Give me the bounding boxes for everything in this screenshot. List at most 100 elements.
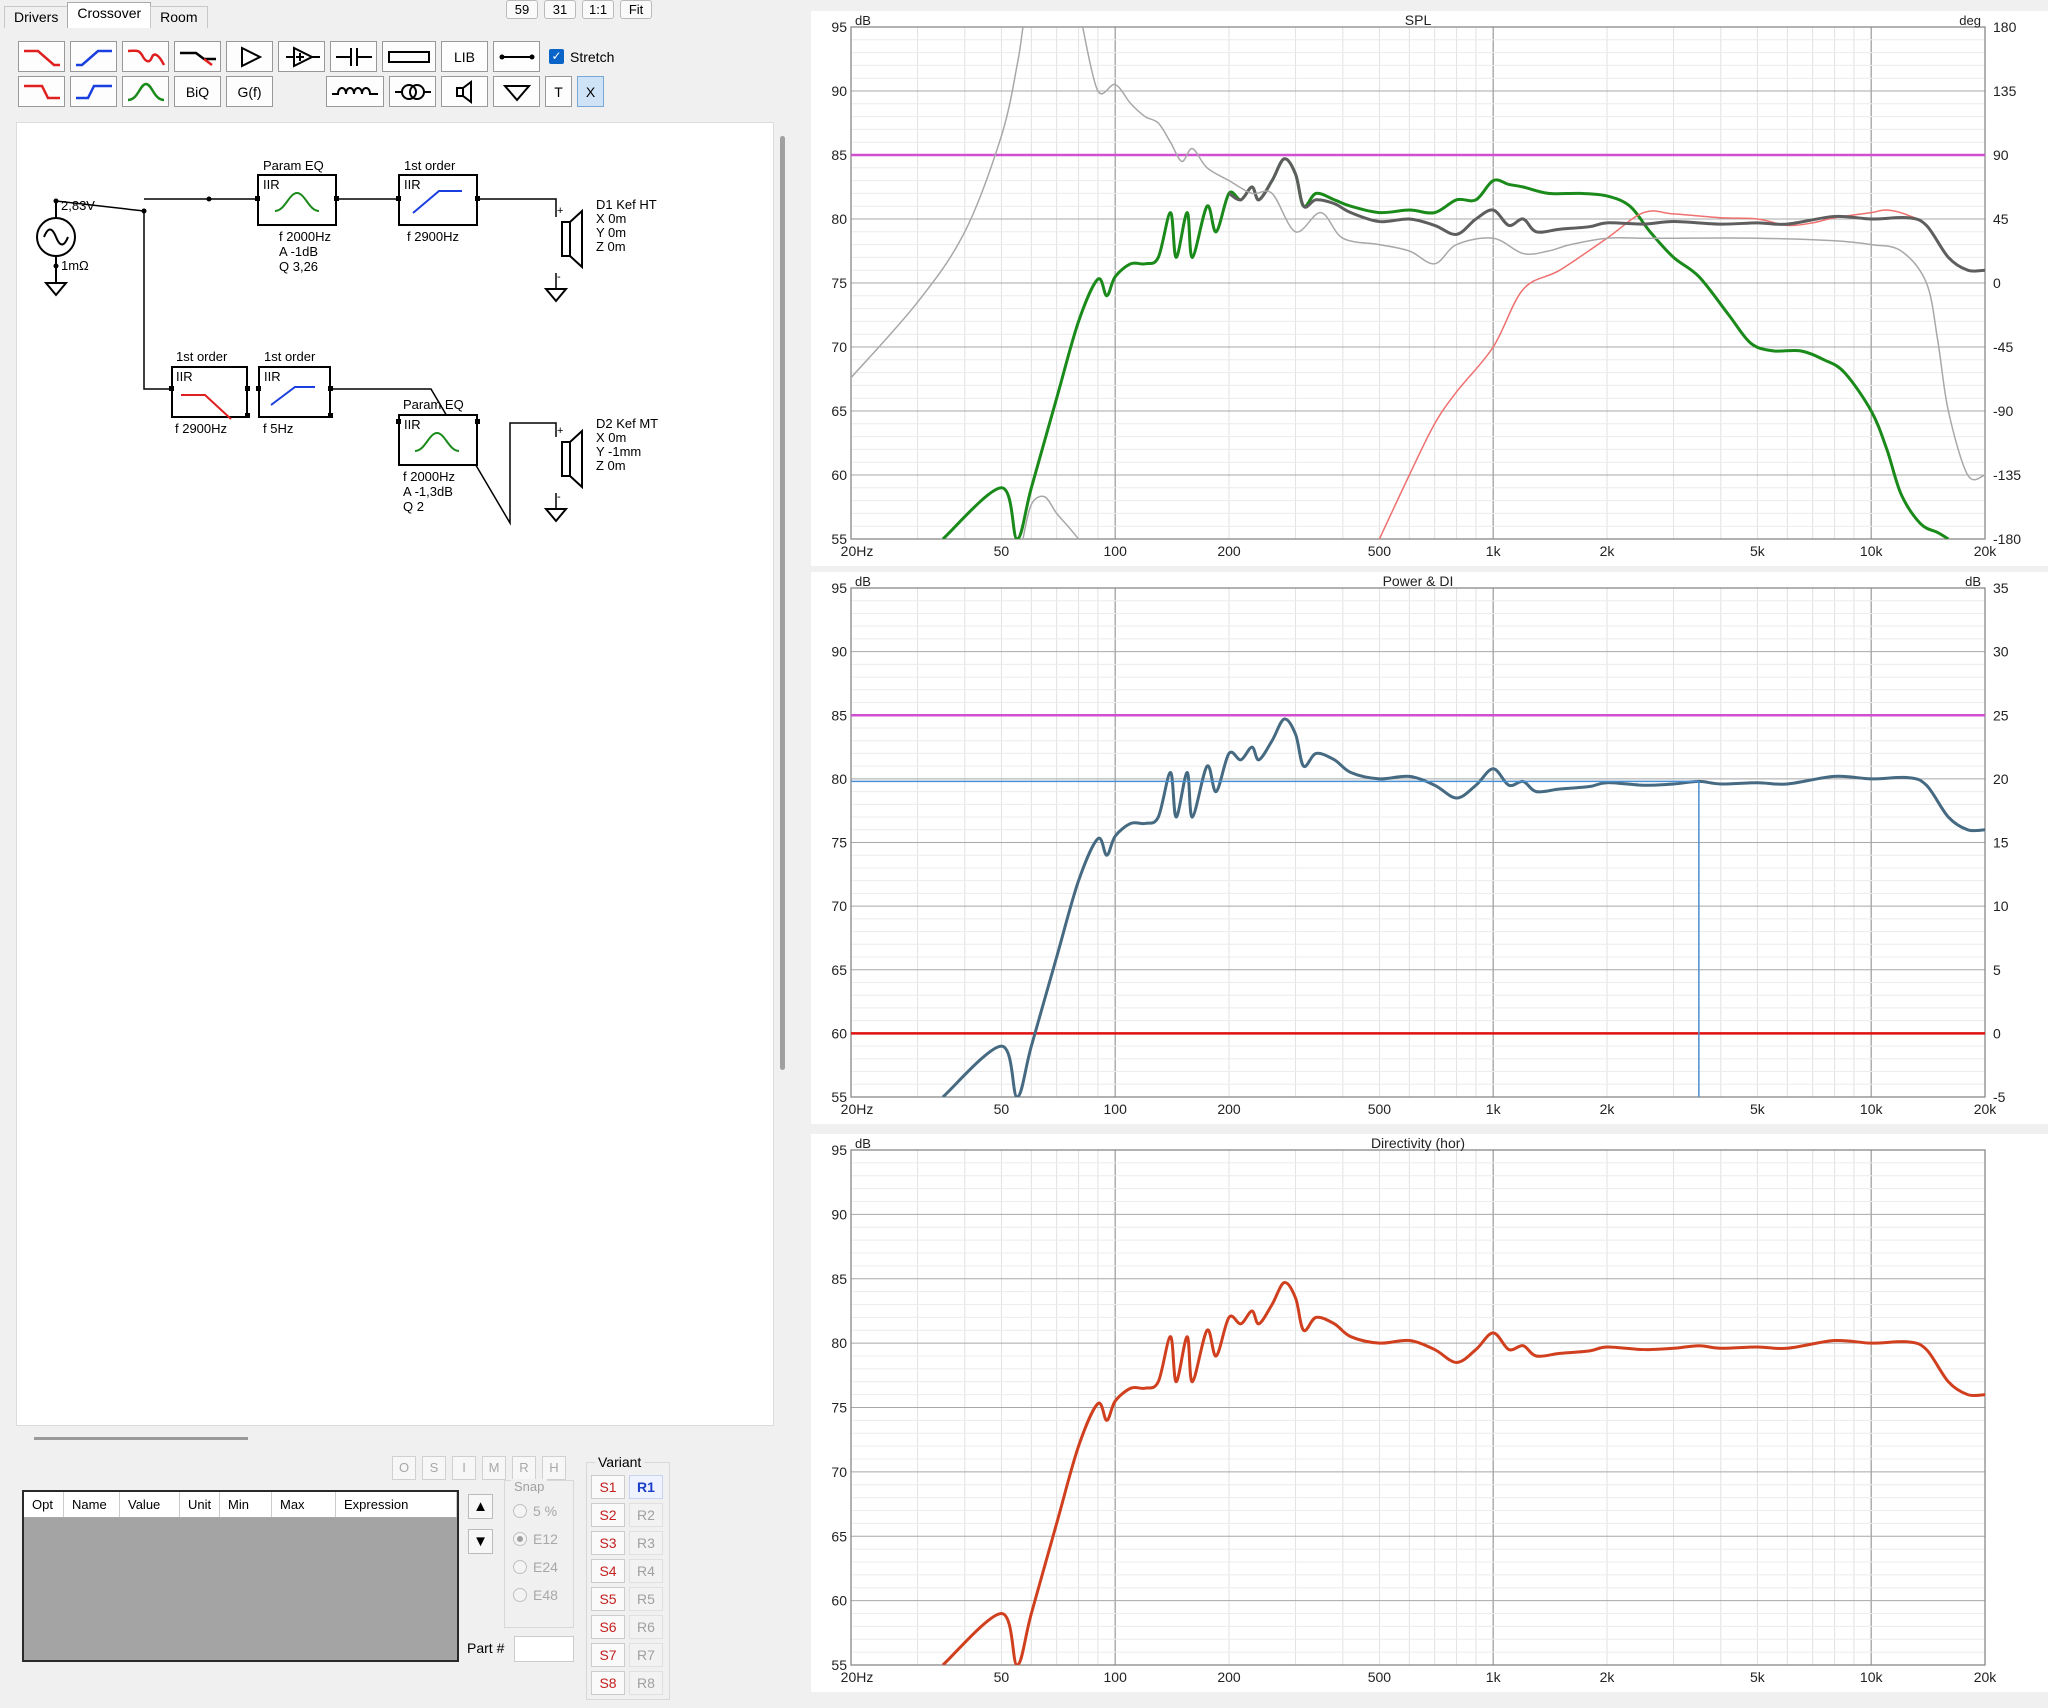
- control-h-button[interactable]: H: [542, 1456, 566, 1480]
- param-eq-button[interactable]: [122, 76, 169, 107]
- col-opt[interactable]: Opt: [24, 1492, 64, 1517]
- variant-s1-button[interactable]: S1: [591, 1475, 625, 1499]
- y2-tick-label: 30: [1993, 644, 2009, 660]
- variant-r4-button[interactable]: R4: [629, 1559, 663, 1583]
- biquad-button[interactable]: BiQ: [174, 76, 221, 107]
- driver-button[interactable]: [441, 76, 488, 107]
- driver-d1[interactable]: + -: [543, 205, 583, 303]
- driver-d2[interactable]: + -: [543, 425, 583, 523]
- y-tick-label: 70: [831, 339, 847, 355]
- variant-r7-button[interactable]: R7: [629, 1643, 663, 1667]
- parameter-table[interactable]: Opt Name Value Unit Min Max Expression: [22, 1490, 459, 1662]
- variant-r6-button[interactable]: R6: [629, 1615, 663, 1639]
- resistor-button[interactable]: [382, 41, 436, 72]
- d2-name: D2 Kef MT: [596, 416, 658, 431]
- variant-r8-button[interactable]: R8: [629, 1671, 663, 1695]
- schematic-canvas[interactable]: 2,83V 1mΩ IIR Param EQ f 2000Hz A -1dB Q…: [16, 122, 774, 1426]
- part-number-input[interactable]: [514, 1636, 574, 1662]
- highpass-button[interactable]: [70, 41, 117, 72]
- directivity-chart[interactable]: Directivity (hor)dB95908580757065605520H…: [811, 1134, 2048, 1692]
- variant-group: Variant S1 R1 S2 R2 S3 R3 S4 R4 S5 R5 S6 R6 S7 R7 S8 R8: [586, 1454, 670, 1700]
- snap-5pct-radio[interactable]: 5 %: [513, 1503, 557, 1519]
- ground-button[interactable]: [493, 76, 540, 107]
- transfer-function-button[interactable]: G(f): [226, 76, 273, 107]
- move-up-button[interactable]: ▲: [468, 1494, 493, 1519]
- x-tick-label: 20k: [1974, 1669, 1998, 1685]
- y2-tick-label: 5: [1993, 962, 2001, 978]
- iir-lowpass-button[interactable]: [18, 76, 65, 107]
- y2-tick-label: 15: [1993, 835, 2009, 851]
- resistor-icon: [388, 50, 430, 63]
- variant-s8-button[interactable]: S8: [591, 1671, 625, 1695]
- variant-s3-button[interactable]: S3: [591, 1531, 625, 1555]
- t-button[interactable]: T: [545, 76, 572, 107]
- capacitor-button[interactable]: [330, 41, 377, 72]
- snap-e12-radio[interactable]: E12: [513, 1531, 558, 1547]
- snap-e24-radio[interactable]: E24: [513, 1559, 558, 1575]
- variant-r2-button[interactable]: R2: [629, 1503, 663, 1527]
- zoom-fit-button[interactable]: Fit: [620, 0, 653, 19]
- schematic-scrollbar[interactable]: [780, 136, 785, 1070]
- panel-splitter[interactable]: [34, 1437, 248, 1440]
- library-button[interactable]: LIB: [441, 41, 488, 72]
- zoom-59-button[interactable]: 59: [506, 0, 538, 19]
- ht-eq-gain: A -1dB: [279, 244, 318, 259]
- lowpass-button[interactable]: [18, 41, 65, 72]
- move-down-button[interactable]: ▼: [468, 1529, 493, 1554]
- notch-button[interactable]: [122, 41, 169, 72]
- buffer-button[interactable]: [226, 41, 273, 72]
- ht-eq-title: Param EQ: [263, 158, 324, 173]
- zoom-1to1-button[interactable]: 1:1: [582, 0, 615, 19]
- control-i-button[interactable]: I: [452, 1456, 476, 1480]
- col-max[interactable]: Max: [272, 1492, 336, 1517]
- inductor-button[interactable]: [326, 76, 384, 107]
- variant-r1-button[interactable]: R1: [629, 1475, 663, 1499]
- variant-s6-button[interactable]: S6: [591, 1615, 625, 1639]
- snap-label: Snap: [511, 1479, 548, 1494]
- y-tick-label: 75: [831, 275, 847, 291]
- variant-s5-button[interactable]: S5: [591, 1587, 625, 1611]
- col-value[interactable]: Value: [120, 1492, 180, 1517]
- ht-eq-type: IIR: [263, 177, 280, 192]
- peak-green-icon: [127, 82, 164, 101]
- radio-icon: [513, 1588, 527, 1602]
- wire-button[interactable]: [493, 41, 540, 72]
- stretch-checkbox[interactable]: ✓ Stretch: [549, 49, 614, 65]
- iir-highpass-button[interactable]: [70, 76, 117, 107]
- col-unit[interactable]: Unit: [180, 1492, 220, 1517]
- tab-crossover[interactable]: Crossover: [67, 2, 152, 28]
- tab-drivers[interactable]: Drivers: [4, 6, 69, 28]
- transformer-button[interactable]: [389, 76, 436, 107]
- col-name[interactable]: Name: [64, 1492, 120, 1517]
- opamp-button[interactable]: [278, 41, 325, 72]
- power-di-chart-panel: Power & DI dB dB 95 90 85 80 75 70 65 60 55 35 30 25 20…: [811, 572, 2048, 1124]
- chart-grid: [850, 1149, 1986, 1666]
- x-button[interactable]: X: [577, 76, 604, 107]
- shelf-button[interactable]: [174, 41, 221, 72]
- variant-s2-button[interactable]: S2: [591, 1503, 625, 1527]
- tab-room[interactable]: Room: [150, 6, 208, 28]
- radio-selected-icon: [513, 1532, 527, 1546]
- x-tick-label: 500: [1368, 1101, 1392, 1117]
- control-r-button[interactable]: R: [512, 1456, 536, 1480]
- power-di-chart[interactable]: Power & DIdB dB95908580757065605535302520…: [811, 572, 2048, 1124]
- control-s-button[interactable]: S: [422, 1456, 446, 1480]
- control-m-button[interactable]: M: [482, 1456, 506, 1480]
- col-min[interactable]: Min: [220, 1492, 272, 1517]
- x-tick-label: 20Hz: [841, 1101, 874, 1117]
- variant-s4-button[interactable]: S4: [591, 1559, 625, 1583]
- x-tick-label: 10k: [1860, 1669, 1884, 1685]
- variant-r5-button[interactable]: R5: [629, 1587, 663, 1611]
- variant-s7-button[interactable]: S7: [591, 1643, 625, 1667]
- snap-e48-radio[interactable]: E48: [513, 1587, 558, 1603]
- chart-title: SPL: [1405, 12, 1432, 28]
- variant-r3-button[interactable]: R3: [629, 1531, 663, 1555]
- control-o-button[interactable]: O: [392, 1456, 416, 1480]
- y2-tick-label: -180: [1993, 531, 2021, 547]
- y-tick-label: 95: [831, 19, 847, 35]
- y2-tick-label: 20: [1993, 771, 2009, 787]
- col-expression[interactable]: Expression: [336, 1492, 457, 1517]
- zoom-31-button[interactable]: 31: [544, 0, 576, 19]
- chart-grid: [850, 26, 1986, 540]
- spl-chart[interactable]: SPLdB deg95908580757065605518013590450-45…: [811, 11, 2048, 566]
